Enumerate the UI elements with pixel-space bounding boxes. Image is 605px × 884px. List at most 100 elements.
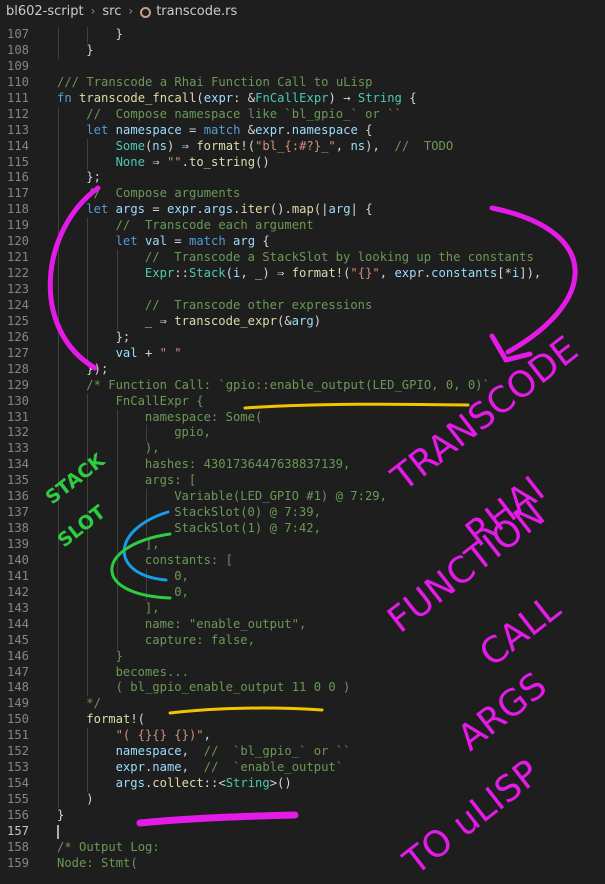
code-token: transcode_expr (174, 313, 277, 328)
code-line[interactable]: 148 ( bl_gpio_enable_output 11 0 0 ) (0, 680, 605, 697)
code-token: "bl_{:#?}_" (255, 138, 336, 153)
code-line[interactable]: 125 _ ⇒ transcode_expr(&arg) (0, 313, 605, 330)
code-line[interactable]: 150 format!( (0, 712, 605, 729)
code-line[interactable]: 117 // Compose arguments (0, 186, 605, 203)
indent-guide (58, 234, 59, 251)
code-line[interactable]: 145 capture: false, (0, 632, 605, 649)
line-number: 134 (6, 457, 29, 472)
code-line[interactable]: 157 (0, 824, 605, 840)
code-token: expr (394, 266, 424, 281)
indent-guide (87, 568, 89, 585)
code-token: . (284, 122, 292, 137)
code-token: /* Function Call: `gpio::enable_output(L… (86, 377, 490, 392)
code-token: // Transcode other expressions (144, 297, 373, 312)
code-line[interactable]: 142 0, (0, 584, 605, 601)
code-line[interactable]: 158 /* Output Log: (0, 840, 605, 856)
line-number: 130 (6, 393, 29, 408)
indent-guide (58, 202, 59, 219)
code-line[interactable]: 141 0, (0, 568, 605, 585)
indent-guide (58, 728, 59, 745)
code-line[interactable]: 137 StackSlot(0) @ 7:39, (0, 505, 605, 522)
code-line[interactable]: 126}; (0, 329, 605, 346)
breadcrumb-folder[interactable]: bl602-script (6, 4, 84, 19)
indent-guide (58, 696, 59, 713)
code-line[interactable]: 151 "( {}{} {})", (0, 728, 605, 745)
code-line[interactable]: 139], (0, 537, 605, 553)
code-token: (& (276, 313, 292, 328)
indent-guide (58, 457, 59, 474)
code-line[interactable]: 152 namespace, // `bl_gpio_` or `` (0, 744, 605, 761)
indent-guide (87, 250, 89, 267)
indent-guide (58, 744, 59, 761)
code-line[interactable]: 136 Variable(LED_GPIO #1) @ 7:29, (0, 489, 605, 506)
code-token: name: "enable_output", (144, 616, 307, 631)
code-line[interactable]: 118 let args = expr.args.iter().map(|arg|… (0, 202, 605, 219)
code-line[interactable]: 111 fn transcode_fncall(expr: &FnCallExpr… (0, 91, 605, 107)
code-line[interactable]: 159 Node: Stmt( (0, 856, 605, 872)
code-token: , (203, 728, 211, 743)
code-line[interactable]: 113 let namespace = match &expr.namespace… (0, 122, 605, 139)
code-line[interactable]: 134 hashes: 4301736447638837139, (0, 457, 605, 474)
code-line[interactable]: 128}); (0, 361, 605, 378)
line-content: // Transcode other expressions (145, 298, 372, 314)
code-line[interactable]: 153 expr.name, // `enable_output` (0, 760, 605, 777)
code-line[interactable]: 138 StackSlot(1) @ 7:42, (0, 521, 605, 537)
indent-guide (87, 505, 89, 522)
code-line[interactable]: 140 constants: [ (0, 552, 605, 569)
code-line[interactable]: 107} (0, 27, 605, 43)
indent-guide (87, 409, 89, 426)
code-line[interactable]: 147 becomes... (0, 664, 605, 681)
code-line[interactable]: 121 // Transcode a StackSlot by looking u… (0, 250, 605, 267)
code-token: map (291, 202, 314, 217)
line-number: 109 (6, 58, 29, 73)
indent-guide (58, 154, 59, 171)
code-token: Stack (188, 266, 226, 281)
code-line[interactable]: 114 Some(ns) ⇒ format!("bl_{:#?}_", ns), … (0, 138, 605, 155)
breadcrumb-subfolder[interactable]: src (102, 4, 121, 19)
code-line[interactable]: 155) (0, 792, 605, 808)
line-number: 156 (6, 807, 29, 822)
code-line[interactable]: 146} (0, 648, 605, 665)
indent-guide (58, 473, 59, 490)
code-token: format! (196, 138, 248, 153)
code-line[interactable]: 112 // Compose namespace like `bl_gpio_` … (0, 106, 605, 123)
line-content: ( bl_gpio_enable_output 11 0 0 ) (116, 680, 351, 696)
code-line[interactable]: 156} (0, 808, 605, 824)
code-line[interactable]: 133), (0, 441, 605, 458)
code-line[interactable]: 116}; (0, 170, 605, 187)
line-content: gpio, (174, 425, 211, 441)
code-token: " " (159, 345, 182, 360)
code-line[interactable]: 109 (0, 59, 605, 75)
line-number: 159 (6, 855, 29, 870)
code-token: Expr (144, 266, 175, 281)
code-line[interactable]: 130 FnCallExpr { (0, 393, 605, 410)
code-line[interactable]: 149 */ (0, 696, 605, 713)
indent-guide (58, 106, 59, 123)
code-line[interactable]: 115 None ⇒ "".to_string() (0, 154, 605, 171)
code-line[interactable]: 131 namespace: Some( (0, 409, 605, 426)
code-line[interactable]: 119 // Transcode each argument (0, 218, 605, 235)
code-line[interactable]: 132 gpio, (0, 425, 605, 442)
code-token: }; (115, 329, 131, 344)
code-token: StackSlot(0) @ 7:39, (174, 505, 321, 520)
code-line[interactable]: 110 /// Transcode a Rhai Function Call to… (0, 75, 605, 91)
code-token: , (181, 760, 204, 775)
code-token: ]), (519, 266, 542, 281)
indent-guide (145, 521, 147, 537)
breadcrumb-file[interactable]: transcode.rs (156, 4, 237, 19)
code-token: }; (86, 170, 101, 185)
code-line[interactable]: 124 // Transcode other expressions (0, 297, 605, 314)
indent-guide (87, 760, 89, 777)
code-line[interactable]: 129 /* Function Call: `gpio::enable_outpu… (0, 377, 605, 394)
indent-guide (58, 377, 59, 394)
code-line[interactable]: 123 (0, 282, 605, 298)
code-line[interactable]: 143], (0, 600, 605, 617)
code-line[interactable]: 120 let val = match arg { (0, 234, 605, 251)
code-line[interactable]: 144 name: "enable_output", (0, 616, 605, 633)
code-line[interactable]: 108} (0, 42, 605, 59)
code-line[interactable]: 122 Expr::Stack(i, _) ⇒ format!("{}", exp… (0, 266, 605, 282)
code-line[interactable]: 127 val + " " (0, 345, 605, 362)
code-editor[interactable]: 107} 108} 109 110/// Transcode a Rhai Funct… (0, 27, 605, 872)
code-line[interactable]: 135 args: [ (0, 473, 605, 490)
code-line[interactable]: 154 args.collect::<String>() (0, 776, 605, 792)
